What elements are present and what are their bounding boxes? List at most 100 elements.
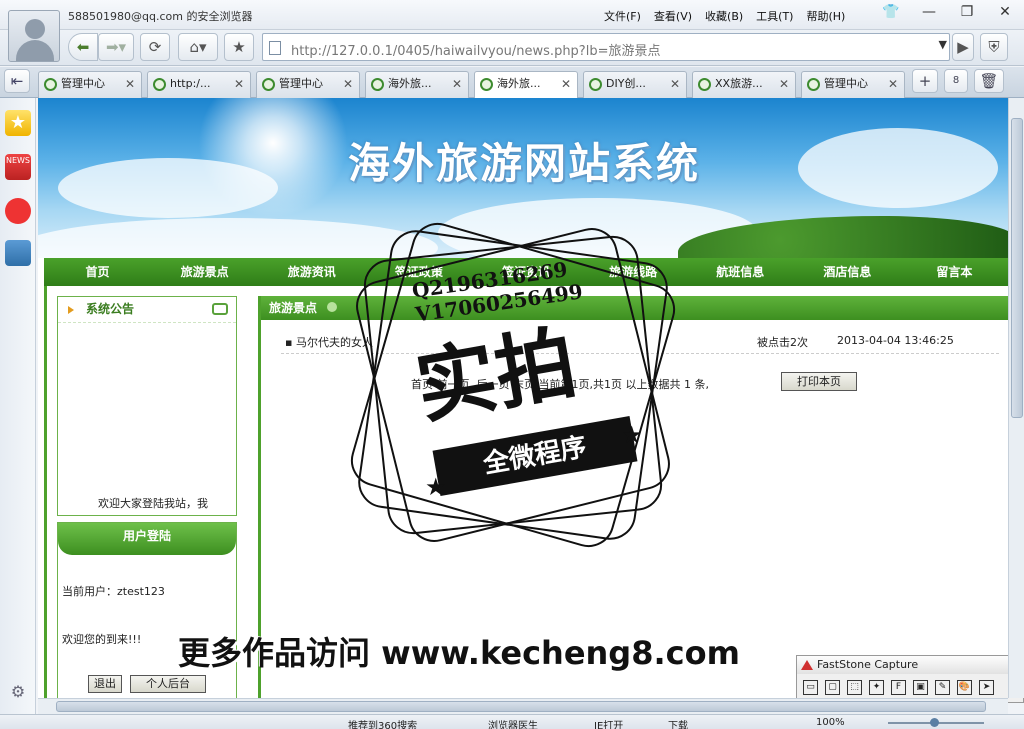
- notice-box: 系统公告 欢迎大家登陆我站，我: [57, 296, 237, 516]
- nav-scenic-spots[interactable]: 旅游景点: [151, 258, 258, 286]
- web-page: 海外旅游网站系统 首页 旅游景点 旅游资讯 签证政策 签证资讯 旅游线路 航班信…: [38, 98, 1008, 698]
- close-tab-icon[interactable]: ✕: [343, 72, 353, 96]
- tab-7[interactable]: XX旅游... ✕: [692, 71, 796, 98]
- personal-backend-button[interactable]: 个人后台: [130, 675, 206, 693]
- print-page-button[interactable]: 打印本页: [781, 372, 857, 391]
- section-heading: 旅游景点: [261, 296, 1008, 320]
- nav-travel-routes[interactable]: 旅游线路: [580, 258, 687, 286]
- zoom-level[interactable]: 100%: [816, 717, 845, 728]
- close-tab-icon[interactable]: ✕: [670, 72, 680, 96]
- ie-open[interactable]: IE打开: [594, 717, 623, 729]
- tab-8[interactable]: 管理中心 ✕: [801, 71, 905, 98]
- tab-6[interactable]: DIY创... ✕: [583, 71, 687, 98]
- ie-icon: [262, 78, 275, 91]
- go-button[interactable]: ▶: [952, 33, 974, 61]
- nav-visa-news[interactable]: 签证资讯: [472, 258, 579, 286]
- browser-doctor[interactable]: 浏览器医生: [488, 717, 538, 729]
- url-text[interactable]: http://127.0.0.1/0405/haiwailvyou/news.p…: [291, 40, 660, 59]
- zoom-slider[interactable]: [888, 718, 984, 727]
- nav-home[interactable]: 首页: [44, 258, 151, 286]
- account-label: 588501980@qq.com 的安全浏览器: [68, 10, 253, 23]
- ie-icon: [153, 78, 166, 91]
- settings-gear-icon[interactable]: ⚙: [8, 682, 28, 702]
- left-sidebar: ★ NEWS ⚙: [0, 98, 36, 716]
- close-tab-icon[interactable]: ✕: [779, 72, 789, 96]
- nav-guestbook[interactable]: 留言本: [901, 258, 1008, 286]
- back-button[interactable]: ⬅: [68, 33, 98, 61]
- palette-icon[interactable]: 🎨: [957, 680, 972, 695]
- capture-window-icon[interactable]: ▭: [803, 680, 818, 695]
- news-date: 2013-04-04 13:46:25: [837, 334, 954, 347]
- capture-fullscreen-icon[interactable]: F: [891, 680, 906, 695]
- mobile-icon[interactable]: [5, 240, 31, 266]
- refresh-button[interactable]: ⟳: [140, 33, 170, 61]
- notice-marquee: 欢迎大家登陆我站，我: [98, 497, 208, 510]
- faststone-capture-toolbar: FastStone Capture✕ ▭ ▢ ⬚ ✦ F ▣ ✎ 🎨 ➤: [796, 655, 1024, 703]
- scroll-thumb[interactable]: [56, 701, 986, 712]
- menu-file[interactable]: 文件(F): [604, 8, 641, 24]
- chevron-down-icon[interactable]: ▼: [939, 38, 947, 51]
- new-tab-button[interactable]: +: [912, 69, 938, 93]
- news-icon[interactable]: NEWS: [5, 154, 31, 180]
- shield-icon[interactable]: ⛨: [980, 33, 1008, 61]
- recommend-360-search[interactable]: 推荐到360搜索: [348, 717, 417, 729]
- title-bar: 588501980@qq.com 的安全浏览器 文件(F) 查看(V) 收藏(B…: [0, 0, 1024, 30]
- news-title-link[interactable]: ▪ 马尔代夫的女人: [285, 334, 373, 350]
- favorite-star-button[interactable]: ★: [224, 33, 254, 61]
- close-tab-icon[interactable]: ✕: [234, 72, 244, 96]
- output-icon[interactable]: ➤: [979, 680, 994, 695]
- menu-favorites[interactable]: 收藏(B): [705, 8, 743, 24]
- tab-5-active[interactable]: 海外旅... ✕: [474, 71, 578, 99]
- capture-object-icon[interactable]: ▢: [825, 680, 840, 695]
- close-tab-icon[interactable]: ✕: [561, 72, 571, 96]
- ie-icon: [44, 78, 57, 91]
- close-tab-icon[interactable]: ✕: [452, 72, 462, 96]
- home-button[interactable]: ⌂▾: [178, 33, 218, 61]
- minimize-button[interactable]: —: [910, 0, 948, 24]
- tab-bar: ⇤ 管理中心 ✕ http:/... ✕ 管理中心 ✕ 海外旅... ✕ 海外旅... ✕…: [0, 67, 1024, 99]
- menu-view[interactable]: 查看(V): [654, 8, 692, 24]
- forward-button[interactable]: ➡▾: [98, 33, 134, 61]
- weibo-icon[interactable]: [5, 198, 31, 224]
- nav-flights[interactable]: 航班信息: [687, 258, 794, 286]
- sidebar-toggle-icon[interactable]: ⇤: [4, 69, 30, 93]
- tab-2[interactable]: http:/... ✕: [147, 71, 251, 98]
- nav-hotels[interactable]: 酒店信息: [794, 258, 901, 286]
- color-picker-icon[interactable]: ✎: [935, 680, 950, 695]
- vertical-scrollbar[interactable]: [1008, 98, 1024, 698]
- user-avatar[interactable]: [8, 10, 60, 62]
- watermark-footer-text: 更多作品访问 www.kecheng8.com: [178, 634, 740, 672]
- news-row: ▪ 马尔代夫的女人 被点击2次 2013-04-04 13:46:25: [281, 330, 999, 354]
- ie-icon: [480, 78, 493, 91]
- close-window-button[interactable]: ✕: [986, 0, 1024, 24]
- menu-tools[interactable]: 工具(T): [756, 8, 793, 24]
- download-button[interactable]: 下载: [668, 717, 688, 729]
- menu-help[interactable]: 帮助(H): [806, 8, 845, 24]
- trash-icon[interactable]: 🗑: [974, 69, 1004, 93]
- tab-4[interactable]: 海外旅... ✕: [365, 71, 469, 98]
- tab-count-badge[interactable]: 8: [944, 69, 968, 93]
- capture-region-icon[interactable]: ⬚: [847, 680, 862, 695]
- capture-freehand-icon[interactable]: ✦: [869, 680, 884, 695]
- restore-button[interactable]: ❐: [948, 0, 986, 24]
- tab-1[interactable]: 管理中心 ✕: [38, 71, 142, 98]
- faststone-title: FastStone Capture✕: [797, 656, 1023, 674]
- favorites-star-icon[interactable]: ★: [5, 110, 31, 136]
- pagination[interactable]: 首页 前一页 ,后一页 末页 当前第1页,共1页 以上数据共 1 条,: [411, 376, 709, 392]
- horizontal-scrollbar[interactable]: [38, 698, 1008, 714]
- menu-bar: 文件(F) 查看(V) 收藏(B) 工具(T) 帮助(H): [604, 8, 858, 24]
- address-input[interactable]: http://127.0.0.1/0405/haiwailvyou/news.p…: [262, 33, 950, 61]
- tab-3[interactable]: 管理中心 ✕: [256, 71, 360, 98]
- capture-scroll-icon[interactable]: ▣: [913, 680, 928, 695]
- zoom-slider-handle[interactable]: [930, 718, 939, 727]
- site-title: 海外旅游网站系统: [348, 139, 701, 188]
- news-clicks: 被点击2次: [757, 336, 808, 349]
- close-tab-icon[interactable]: ✕: [125, 72, 135, 96]
- nav-visa-policy[interactable]: 签证政策: [365, 258, 472, 286]
- welcome-text: 欢迎您的到来!!!: [62, 633, 142, 646]
- scroll-thumb[interactable]: [1011, 118, 1023, 418]
- logout-button[interactable]: 退出: [88, 675, 122, 693]
- close-tab-icon[interactable]: ✕: [888, 72, 898, 96]
- skin-icon[interactable]: 👕: [872, 0, 910, 24]
- nav-travel-news[interactable]: 旅游资讯: [258, 258, 365, 286]
